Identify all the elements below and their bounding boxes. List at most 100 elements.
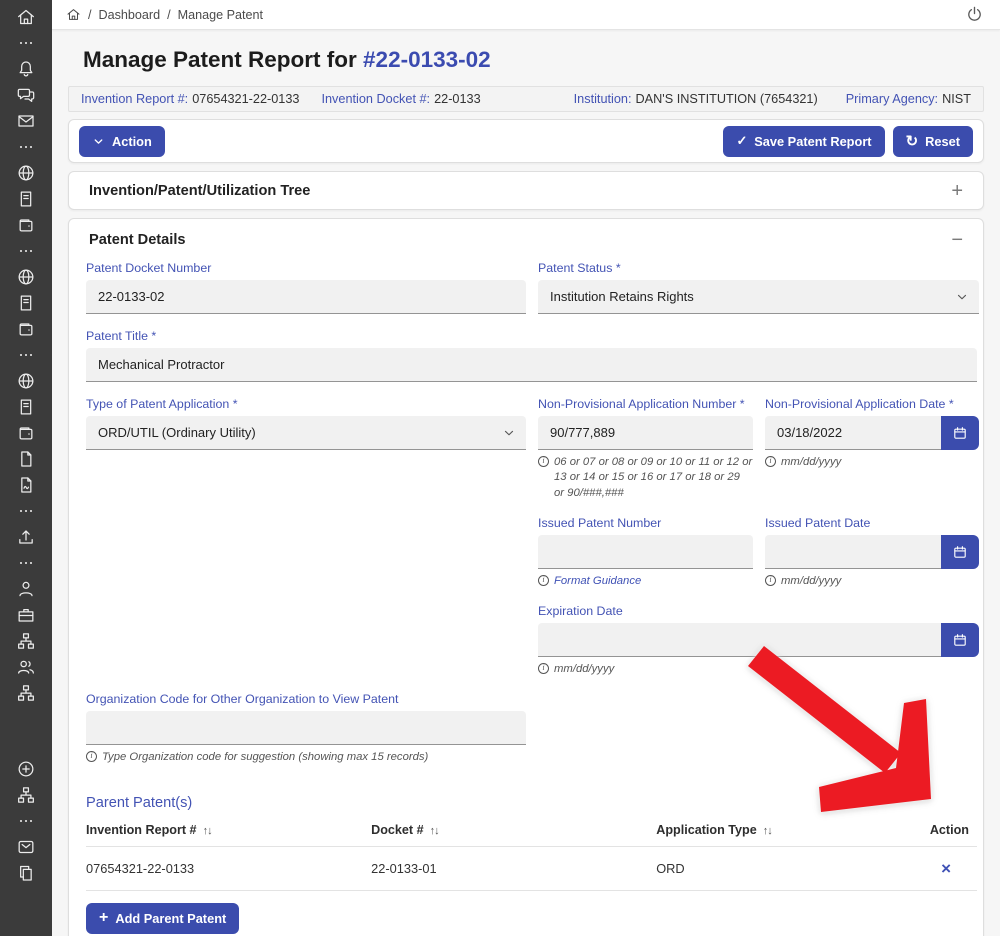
copy-icon[interactable]: [16, 863, 36, 883]
logout-power-button[interactable]: [963, 3, 986, 26]
patent-status-field: Patent Status * Institution Retains Righ…: [538, 261, 979, 314]
reset-button-label: Reset: [925, 134, 960, 149]
expiration-date-input[interactable]: [538, 623, 941, 657]
person-icon[interactable]: [16, 579, 36, 599]
ledger-icon[interactable]: [16, 293, 36, 313]
info-value: DAN'S INSTITUTION (7654321): [636, 92, 818, 106]
patent-docket-number-input[interactable]: [86, 280, 526, 314]
format-guidance-link[interactable]: Format Guidance: [554, 574, 641, 589]
datepicker-button[interactable]: [941, 535, 979, 569]
collapse-minus-icon[interactable]: [951, 230, 963, 250]
info-label: Institution:: [574, 92, 632, 106]
sort-icon[interactable]: [430, 825, 439, 837]
patent-docket-number-field: Patent Docket Number: [86, 261, 526, 314]
date-format-hint: mm/dd/yyyy: [765, 574, 979, 589]
date-format-hint: mm/dd/yyyy: [538, 662, 979, 677]
wallet-icon[interactable]: [16, 319, 36, 339]
sort-icon[interactable]: [203, 825, 212, 837]
info-icon: [538, 456, 549, 467]
reset-icon: [906, 132, 919, 150]
info-label: Invention Docket #:: [321, 92, 430, 106]
expand-plus-icon[interactable]: [951, 181, 963, 201]
type-of-patent-application-select[interactable]: ORD/UTIL (Ordinary Utility): [86, 416, 526, 450]
patent-title-label: Patent Title *: [86, 329, 977, 343]
datepicker-button[interactable]: [941, 623, 979, 657]
home-icon[interactable]: [16, 7, 36, 27]
info-icon: [765, 575, 776, 586]
check-icon: [736, 133, 747, 149]
invention-report-number: Invention Report #:07654321-22-0133: [81, 92, 299, 106]
issued-patent-number-label: Issued Patent Number: [538, 516, 753, 530]
datepicker-button[interactable]: [941, 416, 979, 450]
sort-icon[interactable]: [763, 825, 772, 837]
mail-icon[interactable]: [16, 111, 36, 131]
bell-icon[interactable]: [16, 59, 36, 79]
remove-parent-patent-button[interactable]: [941, 859, 951, 878]
type-of-patent-application-field: Type of Patent Application * ORD/UTIL (O…: [86, 397, 526, 501]
hint-text: mm/dd/yyyy: [781, 455, 841, 470]
menu-divider-dots-icon: [16, 553, 36, 573]
globe-icon[interactable]: [16, 267, 36, 287]
page-title-text: Manage Patent Report for: [83, 47, 357, 72]
plus-icon: [99, 909, 108, 927]
issued-patent-number-input[interactable]: [538, 535, 753, 569]
organization-code-hint: Type Organization code for suggestion (s…: [86, 750, 526, 765]
issued-patent-date-input[interactable]: [765, 535, 941, 569]
briefcase-icon[interactable]: [16, 605, 36, 625]
organization-code-input[interactable]: [86, 711, 526, 745]
patent-status-label: Patent Status *: [538, 261, 979, 275]
empty-column: [86, 516, 526, 604]
non-provisional-application-number-label: Non-Provisional Application Number *: [538, 397, 753, 411]
patent-details-accordion[interactable]: Patent Details: [69, 219, 983, 261]
patent-title-field: Patent Title *: [86, 329, 977, 382]
non-provisional-application-date-input[interactable]: [765, 416, 941, 450]
info-value: 22-0133: [434, 92, 481, 106]
globe-icon[interactable]: [16, 371, 36, 391]
column-header-invention-report[interactable]: Invention Report #: [86, 813, 371, 847]
globe-icon[interactable]: [16, 163, 36, 183]
home-icon[interactable]: [66, 7, 81, 22]
organization-code-label: Organization Code for Other Organization…: [86, 692, 526, 706]
file-pdf-icon[interactable]: [16, 475, 36, 495]
parent-patents-table: Invention Report #Docket #Application Ty…: [86, 813, 977, 891]
calendar-icon: [952, 544, 968, 560]
calendar-icon: [952, 425, 968, 441]
wallet-icon[interactable]: [16, 215, 36, 235]
breadcrumb-item[interactable]: Dashboard: [99, 8, 161, 22]
empty-column: [86, 604, 526, 692]
hint-text: mm/dd/yyyy: [781, 574, 841, 589]
ledger-icon[interactable]: [16, 189, 36, 209]
type-of-patent-application-label: Type of Patent Application *: [86, 397, 526, 411]
column-header-application-type[interactable]: Application Type: [656, 813, 888, 847]
non-provisional-application-number-input[interactable]: [538, 416, 753, 450]
people-icon[interactable]: [16, 657, 36, 677]
reset-button[interactable]: Reset: [893, 126, 973, 157]
calendar-icon: [952, 632, 968, 648]
parent-patents-heading: Parent Patent(s): [86, 795, 977, 811]
action-button[interactable]: Action: [79, 126, 165, 157]
file-icon[interactable]: [16, 449, 36, 469]
upload-icon[interactable]: [16, 527, 36, 547]
sitemap-icon[interactable]: [16, 631, 36, 651]
primary-agency: Primary Agency:NIST: [846, 92, 971, 106]
add-parent-patent-button[interactable]: Add Parent Patent: [86, 903, 239, 934]
sitemap-icon[interactable]: [16, 683, 36, 703]
chat-icon[interactable]: [16, 85, 36, 105]
non-provisional-application-date-field: Non-Provisional Application Date * mm/dd…: [765, 397, 979, 501]
patent-status-select[interactable]: Institution Retains Rights: [538, 280, 979, 314]
table-cell: ORD: [656, 846, 888, 890]
inbox-icon[interactable]: [16, 837, 36, 857]
wallet-icon[interactable]: [16, 423, 36, 443]
save-patent-report-button[interactable]: Save Patent Report: [723, 126, 884, 157]
page-title-report-id: #22-0133-02: [363, 47, 491, 72]
column-header-docket[interactable]: Docket #: [371, 813, 656, 847]
issued-patent-date-field: Issued Patent Date mm/dd/yyyy: [765, 516, 979, 589]
ledger-icon[interactable]: [16, 397, 36, 417]
sitemap-icon[interactable]: [16, 785, 36, 805]
top-bar: /Dashboard/Manage Patent: [52, 0, 1000, 30]
patent-title-input[interactable]: [86, 348, 977, 382]
plus-circle-icon[interactable]: [16, 759, 36, 779]
column-label: Action: [930, 823, 969, 837]
add-parent-patent-label: Add Parent Patent: [115, 911, 226, 926]
invention-patent-utilization-tree-accordion[interactable]: Invention/Patent/Utilization Tree: [68, 171, 984, 210]
